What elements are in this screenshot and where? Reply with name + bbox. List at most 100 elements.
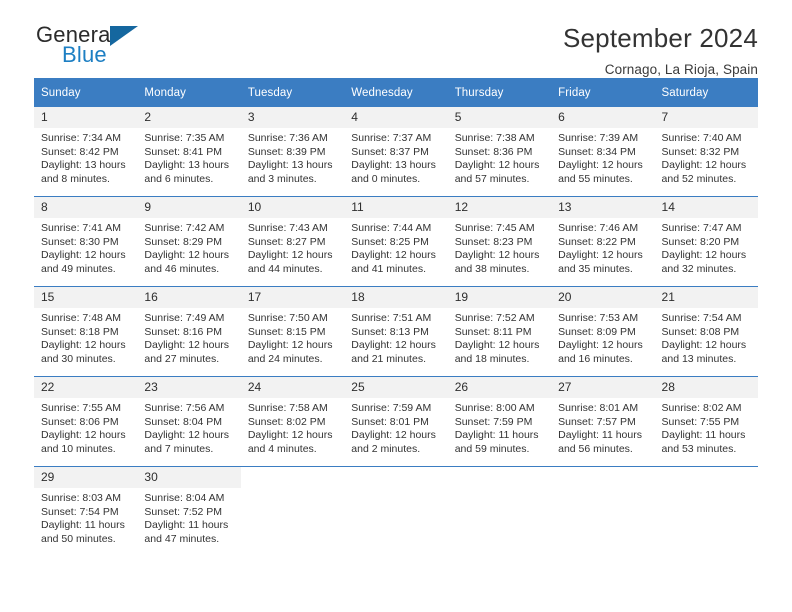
day-info: Sunrise: 7:41 AM Sunset: 8:30 PM Daylight:…	[34, 218, 137, 276]
day-info: Sunrise: 7:51 AM Sunset: 8:13 PM Daylight:…	[344, 308, 447, 366]
calendar-day-cell[interactable]: 3 Sunrise: 7:36 AM Sunset: 8:39 PM Daylight…	[240, 107, 345, 197]
day-number: 10	[240, 197, 345, 218]
sunset-time: Sunset: 8:18 PM	[41, 325, 119, 338]
calendar-day-cell[interactable]: 22 Sunrise: 7:55 AM Sunset: 8:06 PM Dayligh…	[34, 376, 138, 467]
sunset-time: Sunset: 8:36 PM	[454, 145, 533, 158]
calendar-day-cell[interactable]: 8 Sunrise: 7:41 AM Sunset: 8:30 PM Daylight…	[34, 196, 138, 287]
day-number: 19	[447, 287, 552, 308]
calendar-day-cell[interactable]: 5 Sunrise: 7:38 AM Sunset: 8:36 PM Daylight…	[447, 107, 552, 197]
day-info: Sunrise: 7:49 AM Sunset: 8:16 PM Daylight:…	[137, 308, 240, 366]
calendar-day-cell[interactable]: 13 Sunrise: 7:46 AM Sunset: 8:22 PM Dayligh…	[551, 196, 655, 287]
day-info: Sunrise: 8:00 AM Sunset: 7:59 PM Daylight:…	[448, 398, 551, 456]
day-number: 3	[240, 107, 345, 128]
daylight-duration-line2: and 55 minutes.	[558, 172, 633, 185]
daylight-duration-line2: and 4 minutes.	[247, 442, 317, 455]
daylight-duration-line1: Daylight: 11 hours	[41, 519, 125, 532]
daylight-duration-line2: and 35 minutes.	[558, 262, 633, 275]
daylight-duration-line1: Daylight: 12 hours	[454, 249, 540, 262]
daylight-duration-line1: Daylight: 12 hours	[558, 159, 643, 172]
day-info: Sunrise: 7:42 AM Sunset: 8:29 PM Daylight:…	[137, 218, 240, 276]
sunrise-time: Sunrise: 7:53 AM	[558, 312, 639, 324]
day-info: Sunrise: 7:35 AM Sunset: 8:41 PM Daylight:…	[137, 128, 240, 186]
calendar-day-cell[interactable]: 27 Sunrise: 8:01 AM Sunset: 7:57 PM Dayligh…	[551, 376, 655, 467]
calendar-day-cell[interactable]: 24 Sunrise: 7:58 AM Sunset: 8:02 PM Dayligh…	[240, 376, 345, 467]
calendar-day-cell[interactable]: 28 Sunrise: 8:02 AM Sunset: 7:55 PM Dayligh…	[654, 376, 758, 467]
calendar-day-cell[interactable]: 25 Sunrise: 7:59 AM Sunset: 8:01 PM Dayligh…	[344, 376, 448, 467]
daylight-duration-line1: Daylight: 12 hours	[247, 249, 333, 262]
calendar-day-cell[interactable]: 26 Sunrise: 8:00 AM Sunset: 7:59 PM Dayligh…	[447, 376, 552, 467]
sunset-time: Sunset: 7:54 PM	[41, 505, 119, 518]
calendar-day-cell[interactable]: 23 Sunrise: 7:56 AM Sunset: 8:04 PM Dayligh…	[137, 376, 241, 467]
calendar-day-cell[interactable]: 18 Sunrise: 7:51 AM Sunset: 8:13 PM Dayligh…	[344, 286, 448, 377]
calendar-day-cell-empty	[551, 466, 655, 556]
calendar-day-cell[interactable]: 19 Sunrise: 7:52 AM Sunset: 8:11 PM Dayligh…	[447, 286, 552, 377]
day-info: Sunrise: 7:46 AM Sunset: 8:22 PM Daylight:…	[551, 218, 654, 276]
calendar-day-cell[interactable]: 7 Sunrise: 7:40 AM Sunset: 8:32 PM Daylight…	[654, 107, 758, 197]
calendar-day-cell[interactable]: 6 Sunrise: 7:39 AM Sunset: 8:34 PM Daylight…	[551, 107, 655, 197]
day-info: Sunrise: 7:39 AM Sunset: 8:34 PM Daylight:…	[551, 128, 654, 186]
calendar-day-cell[interactable]: 21 Sunrise: 7:54 AM Sunset: 8:08 PM Dayligh…	[654, 286, 758, 377]
sunrise-time: Sunrise: 7:52 AM	[454, 312, 535, 324]
day-number: 27	[551, 377, 655, 398]
day-info: Sunrise: 7:38 AM Sunset: 8:36 PM Daylight:…	[448, 128, 551, 186]
day-info: Sunrise: 7:55 AM Sunset: 8:06 PM Daylight:…	[34, 398, 137, 456]
calendar-day-cell[interactable]: 11 Sunrise: 7:44 AM Sunset: 8:25 PM Dayligh…	[344, 196, 448, 287]
sunset-time: Sunset: 8:22 PM	[558, 235, 636, 248]
calendar-day-cell[interactable]: 16 Sunrise: 7:49 AM Sunset: 8:16 PM Dayligh…	[137, 286, 241, 377]
daylight-duration-line1: Daylight: 12 hours	[661, 249, 747, 262]
calendar-day-cell-empty	[654, 466, 758, 556]
calendar-day-cell[interactable]: 14 Sunrise: 7:47 AM Sunset: 8:20 PM Dayligh…	[654, 196, 758, 287]
calendar-week-row: 29 Sunrise: 8:03 AM Sunset: 7:54 PM Dayligh…	[34, 466, 758, 556]
day-number: 9	[137, 197, 241, 218]
daylight-duration-line2: and 10 minutes.	[41, 442, 116, 455]
daylight-duration-line2: and 53 minutes.	[661, 442, 737, 455]
title-block: September 2024 Cornago, La Rioja, Spain	[563, 24, 758, 77]
calendar-day-cell[interactable]: 10 Sunrise: 7:43 AM Sunset: 8:27 PM Dayligh…	[240, 196, 345, 287]
daylight-duration-line2: and 41 minutes.	[351, 262, 426, 275]
calendar-day-cell[interactable]: 17 Sunrise: 7:50 AM Sunset: 8:15 PM Dayligh…	[240, 286, 345, 377]
day-number: 12	[447, 197, 552, 218]
daylight-duration-line2: and 21 minutes.	[351, 352, 426, 365]
day-number: 13	[551, 197, 655, 218]
daylight-duration-line1: Daylight: 12 hours	[41, 339, 126, 352]
daylight-duration-line1: Daylight: 12 hours	[144, 249, 230, 262]
day-number: 7	[654, 107, 758, 128]
calendar-day-cell[interactable]: 2 Sunrise: 7:35 AM Sunset: 8:41 PM Daylight…	[137, 107, 241, 197]
sunrise-time: Sunrise: 7:55 AM	[41, 402, 121, 414]
calendar-day-cell[interactable]: 30 Sunrise: 8:04 AM Sunset: 7:52 PM Dayligh…	[137, 466, 241, 556]
daylight-duration-line1: Daylight: 12 hours	[558, 339, 643, 352]
calendar-day-cell[interactable]: 29 Sunrise: 8:03 AM Sunset: 7:54 PM Dayligh…	[34, 466, 138, 556]
day-number: 23	[137, 377, 241, 398]
sunset-time: Sunset: 8:06 PM	[41, 415, 119, 428]
day-number: 22	[34, 377, 138, 398]
day-number: 29	[34, 467, 138, 488]
daylight-duration-line2: and 47 minutes.	[144, 532, 220, 545]
daylight-duration-line2: and 3 minutes.	[247, 172, 317, 185]
calendar-day-cell[interactable]: 1 Sunrise: 7:34 AM Sunset: 8:42 PM Daylight…	[34, 107, 138, 197]
calendar-header-row: Sunday Monday Tuesday Wednesday Thursday…	[34, 78, 758, 107]
calendar-day-cell-empty	[344, 466, 448, 556]
daylight-duration-line1: Daylight: 13 hours	[247, 159, 333, 172]
calendar-day-cell[interactable]: 12 Sunrise: 7:45 AM Sunset: 8:23 PM Dayligh…	[447, 196, 552, 287]
daylight-duration-line1: Daylight: 11 hours	[144, 519, 229, 532]
day-number: 21	[654, 287, 758, 308]
calendar-week-row: 8 Sunrise: 7:41 AM Sunset: 8:30 PM Daylight…	[34, 196, 758, 287]
sunrise-time: Sunrise: 7:39 AM	[558, 132, 639, 144]
calendar-day-cell[interactable]: 9 Sunrise: 7:42 AM Sunset: 8:29 PM Daylight…	[137, 196, 241, 287]
calendar-day-cell[interactable]: 15 Sunrise: 7:48 AM Sunset: 8:18 PM Dayligh…	[34, 286, 138, 377]
day-info: Sunrise: 7:43 AM Sunset: 8:27 PM Daylight:…	[241, 218, 344, 276]
day-info: Sunrise: 8:01 AM Sunset: 7:57 PM Daylight:…	[551, 398, 654, 456]
weekday-header-thursday: Thursday	[447, 78, 552, 107]
sunset-time: Sunset: 7:59 PM	[454, 415, 533, 428]
day-info: Sunrise: 7:54 AM Sunset: 8:08 PM Daylight:…	[655, 308, 758, 366]
daylight-duration-line1: Daylight: 11 hours	[454, 429, 539, 442]
sunrise-time: Sunrise: 7:40 AM	[661, 132, 742, 144]
sunset-time: Sunset: 8:27 PM	[247, 235, 326, 248]
day-info: Sunrise: 7:47 AM Sunset: 8:20 PM Daylight:…	[655, 218, 758, 276]
calendar-day-cell[interactable]: 4 Sunrise: 7:37 AM Sunset: 8:37 PM Daylight…	[344, 107, 448, 197]
calendar-day-cell[interactable]: 20 Sunrise: 7:53 AM Sunset: 8:09 PM Dayligh…	[551, 286, 655, 377]
daylight-duration-line2: and 18 minutes.	[454, 352, 530, 365]
brand-logo[interactable]: General Blue	[34, 24, 176, 66]
calendar-page: General Blue September 2024 Cornago, La …	[0, 0, 792, 612]
daylight-duration-line1: Daylight: 12 hours	[351, 339, 436, 352]
